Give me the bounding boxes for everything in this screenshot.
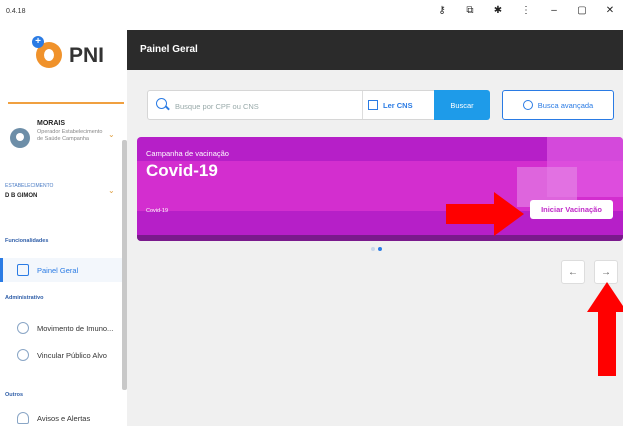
- close-icon[interactable]: ✕: [603, 4, 617, 18]
- sidebar-item-label: Painel Geral: [37, 265, 79, 275]
- sidebar: + PNI MORAIS Operador Estabelecimento de…: [0, 30, 128, 426]
- ler-cns-button[interactable]: Ler CNS: [368, 91, 413, 119]
- annotation-arrow-up: [587, 282, 623, 376]
- plus-icon: +: [32, 36, 44, 48]
- search-divider: [362, 91, 363, 119]
- window-controls: ⚷ ⧉ ✱ ⋮ – ▢ ✕: [435, 4, 617, 18]
- sidebar-item-avisos[interactable]: Avisos e Alertas: [0, 406, 125, 430]
- search-bar: Ler CNS Buscar: [147, 90, 490, 120]
- campaign-card: Campanha de vacinação Covid-19 Covid-19 …: [137, 137, 623, 241]
- iniciar-vacinacao-button[interactable]: Iniciar Vacinação: [530, 200, 613, 219]
- avatar: [10, 128, 30, 148]
- carousel-dot-active[interactable]: [378, 247, 382, 251]
- search-input[interactable]: [173, 96, 357, 116]
- app-logo: + PNI: [32, 36, 126, 76]
- chevron-down-icon[interactable]: ⌄: [108, 130, 115, 139]
- page-title: Painel Geral: [140, 44, 198, 55]
- user-role: Operador Estabelecimento de Saúde Campan…: [37, 129, 103, 142]
- sidebar-item-label: Vincular Público Alvo: [37, 350, 107, 360]
- minimize-icon[interactable]: –: [547, 4, 561, 18]
- establishment-value[interactable]: D B GIMON: [5, 193, 37, 199]
- qr-code-icon: [368, 100, 378, 110]
- section-outros: Outros: [5, 392, 24, 398]
- sidebar-item-label: Movimento de Imuno...: [37, 323, 114, 333]
- campaign-subtitle: Covid-19: [146, 208, 169, 214]
- sidebar-divider: [8, 102, 124, 104]
- chevron-down-icon[interactable]: ⌄: [108, 186, 115, 195]
- prev-button[interactable]: ←: [561, 260, 585, 284]
- section-administrativo: Administrativo: [5, 295, 44, 301]
- establishment-label: ESTABELECIMENTO: [5, 183, 54, 189]
- logo-text: PNI: [69, 44, 105, 67]
- extension-icon[interactable]: ✱: [491, 4, 505, 18]
- buscar-button[interactable]: Buscar: [434, 90, 490, 120]
- user-icon: [17, 349, 29, 361]
- restore-icon[interactable]: ▢: [575, 4, 589, 18]
- search-icon: [522, 100, 533, 110]
- carousel-dot[interactable]: [371, 247, 375, 251]
- app-version: 0.4.18: [6, 8, 26, 15]
- window-titlebar: 0.4.18 ⚷ ⧉ ✱ ⋮ – ▢ ✕: [0, 0, 623, 30]
- campaign-label: Campanha de vacinação: [146, 149, 229, 158]
- user-name: MORAIS: [37, 120, 65, 127]
- ler-cns-label: Ler CNS: [383, 100, 413, 110]
- sidebar-item-vincular[interactable]: Vincular Público Alvo: [0, 343, 125, 367]
- card-footer-strip: [137, 235, 623, 241]
- page-header: Painel Geral: [127, 30, 623, 70]
- carousel-dots: [371, 247, 382, 251]
- vaccine-icon: [17, 322, 29, 334]
- search-icon: [156, 98, 167, 109]
- user-card[interactable]: MORAIS Operador Estabelecimento de Saúde…: [10, 120, 120, 160]
- monitor-icon: [17, 264, 29, 276]
- sidebar-item-painel-geral[interactable]: Painel Geral: [0, 258, 128, 282]
- sidebar-item-movimento[interactable]: Movimento de Imuno...: [0, 316, 125, 340]
- menu-dots-icon[interactable]: ⋮: [519, 4, 533, 18]
- next-button[interactable]: →: [594, 260, 618, 284]
- section-funcionalidades: Funcionalidades: [5, 238, 49, 244]
- busca-avancada-label: Busca avançada: [537, 100, 594, 110]
- busca-avancada-button[interactable]: Busca avançada: [502, 90, 614, 120]
- sidebar-item-label: Avisos e Alertas: [37, 413, 91, 423]
- key-icon[interactable]: ⚷: [435, 4, 449, 18]
- main-content: Ler CNS Buscar Busca avançada Campanha d…: [127, 70, 623, 426]
- bell-icon: [17, 412, 29, 424]
- copy-icon[interactable]: ⧉: [463, 4, 477, 18]
- campaign-title: Covid-19: [146, 161, 218, 180]
- annotation-arrow-right: [446, 192, 524, 236]
